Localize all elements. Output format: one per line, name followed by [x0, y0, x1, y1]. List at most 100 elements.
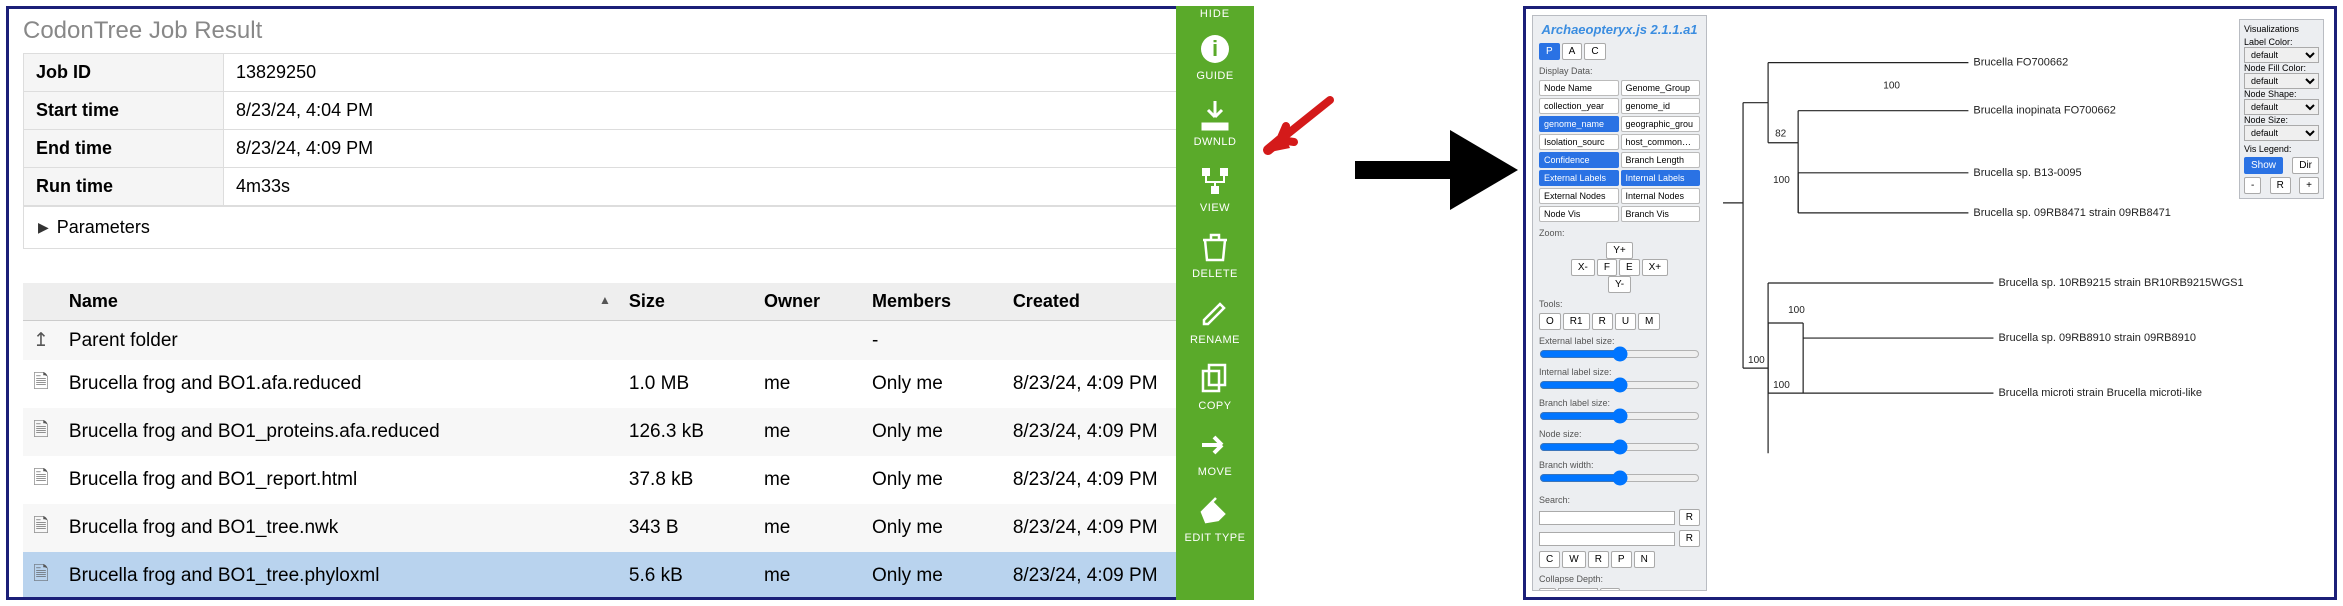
- display-toggle[interactable]: Internal Labels: [1621, 170, 1701, 186]
- display-toggle[interactable]: Branch Vis: [1621, 206, 1701, 222]
- legend-select[interactable]: default: [2244, 73, 2319, 89]
- display-toggle[interactable]: Node Vis: [1539, 206, 1619, 222]
- search-input-1[interactable]: [1539, 511, 1675, 525]
- tool-R[interactable]: R: [1592, 313, 1613, 330]
- search-r-2[interactable]: R: [1679, 530, 1700, 547]
- zoom-Y+[interactable]: Y+: [1606, 242, 1633, 259]
- table-row[interactable]: ↥ Parent folder -: [23, 321, 1237, 361]
- legend-title: Visualizations: [2244, 24, 2319, 34]
- slider-input[interactable]: [1539, 346, 1700, 362]
- slider-input[interactable]: [1539, 470, 1700, 486]
- meta-label: Job ID: [24, 54, 224, 92]
- support-value: 100: [1788, 305, 1805, 316]
- file-name: Brucella frog and BO1_tree.nwk: [59, 504, 619, 552]
- legend-show[interactable]: Show: [2244, 157, 2283, 174]
- copy-button[interactable]: COPY: [1185, 354, 1246, 420]
- collapse-minus[interactable]: -: [1539, 588, 1556, 591]
- support-value: 100: [1773, 175, 1790, 186]
- col-members[interactable]: Members: [862, 283, 1003, 321]
- meta-value: 4m33s: [224, 168, 1237, 206]
- zoom-Y-[interactable]: Y-: [1608, 276, 1631, 293]
- slider-input[interactable]: [1539, 377, 1700, 393]
- support-value: 100: [1748, 355, 1765, 366]
- legend-select[interactable]: default: [2244, 99, 2319, 115]
- file-members: Only me: [862, 360, 1003, 408]
- edittype-button[interactable]: EDIT TYPE: [1185, 486, 1246, 552]
- tool-U[interactable]: U: [1615, 313, 1636, 330]
- display-toggle[interactable]: genome_id: [1621, 98, 1701, 114]
- legend-dir[interactable]: Dir: [2292, 157, 2319, 174]
- display-toggle[interactable]: Internal Nodes: [1621, 188, 1701, 204]
- table-row[interactable]: 🗎 Brucella frog and BO1_report.html 37.8…: [23, 456, 1237, 504]
- action-sidebar: HIDE i GUIDE DWNLD VIEW DELETERENAMECOPYMOVE…: [1176, 6, 1254, 600]
- move-button[interactable]: MOVE: [1185, 420, 1246, 486]
- view-button[interactable]: VIEW: [1185, 156, 1246, 222]
- parameters-expander[interactable]: ▶ Parameters: [23, 206, 1237, 249]
- col-name[interactable]: Name▲: [59, 283, 619, 321]
- file-table: Name▲ Size Owner Members Created✕ ↥ Pare…: [23, 283, 1237, 600]
- rename-icon: [1198, 296, 1232, 330]
- dwnld-button[interactable]: DWNLD: [1185, 90, 1246, 156]
- action-label: GUIDE: [1196, 70, 1233, 82]
- table-row[interactable]: 🗎 Brucella frog and BO1_proteins.afa.red…: [23, 408, 1237, 456]
- table-row[interactable]: 🗎 Brucella frog and BO1_tree.phyloxml 5.…: [23, 552, 1237, 600]
- meta-value: 8/23/24, 4:04 PM: [224, 92, 1237, 130]
- rename-button[interactable]: RENAME: [1185, 288, 1246, 354]
- display-toggle[interactable]: collection_year: [1539, 98, 1619, 114]
- search-opt-P[interactable]: P: [1611, 551, 1632, 568]
- meta-value: 13829250: [224, 54, 1237, 92]
- search-r-1[interactable]: R: [1679, 509, 1700, 526]
- search-opt-C[interactable]: C: [1539, 551, 1560, 568]
- display-toggle[interactable]: External Labels: [1539, 170, 1619, 186]
- guide-button[interactable]: i GUIDE: [1185, 24, 1246, 90]
- legend-pos--[interactable]: -: [2244, 177, 2261, 194]
- tool-R1[interactable]: R1: [1563, 313, 1590, 330]
- file-members: Only me: [862, 456, 1003, 504]
- display-toggle[interactable]: Branch Length: [1621, 152, 1701, 168]
- viewer-title: Archaeopteryx.js 2.1.1.a1: [1539, 22, 1700, 37]
- slider-input[interactable]: [1539, 408, 1700, 424]
- hide-label[interactable]: HIDE: [1200, 8, 1230, 20]
- tree-mode-A[interactable]: A: [1562, 43, 1583, 60]
- table-row[interactable]: 🗎 Brucella frog and BO1_tree.nwk 343 B m…: [23, 504, 1237, 552]
- action-label: VIEW: [1200, 202, 1230, 214]
- legend-pos-+[interactable]: +: [2299, 177, 2319, 194]
- file-members: Only me: [862, 408, 1003, 456]
- tip-label: Brucella sp. 10RB9215 strain BR10RB9215W…: [1998, 277, 2243, 289]
- collapse-plus[interactable]: +: [1600, 588, 1620, 591]
- display-toggle[interactable]: Genome_Group: [1621, 80, 1701, 96]
- search-opt-W[interactable]: W: [1562, 551, 1585, 568]
- tree-mode-C[interactable]: C: [1584, 43, 1605, 60]
- table-row[interactable]: 🗎 Brucella frog and BO1.afa.reduced 1.0 …: [23, 360, 1237, 408]
- col-owner[interactable]: Owner: [754, 283, 862, 321]
- legend-select[interactable]: default: [2244, 125, 2319, 141]
- search-opt-R[interactable]: R: [1588, 551, 1609, 568]
- tree-mode-P[interactable]: P: [1539, 43, 1560, 60]
- display-toggle[interactable]: External Nodes: [1539, 188, 1619, 204]
- tool-M[interactable]: M: [1638, 313, 1660, 330]
- delete-button[interactable]: DELETE: [1185, 222, 1246, 288]
- legend-pos-R[interactable]: R: [2270, 177, 2291, 194]
- tool-O[interactable]: O: [1539, 313, 1561, 330]
- zoom-E[interactable]: E: [1619, 259, 1640, 276]
- zoom-X+[interactable]: X+: [1642, 259, 1669, 276]
- display-toggle[interactable]: Confidence: [1539, 152, 1619, 168]
- tip-label: Brucella FO700662: [1973, 57, 2068, 69]
- zoom-F[interactable]: F: [1597, 259, 1617, 276]
- collapse-value[interactable]: [1558, 588, 1598, 591]
- svg-text:i: i: [1212, 36, 1218, 61]
- display-toggle[interactable]: Isolation_sourc: [1539, 134, 1619, 150]
- display-toggle[interactable]: genome_name: [1539, 116, 1619, 132]
- slider-label: Node size:: [1539, 429, 1700, 439]
- col-size[interactable]: Size: [619, 283, 754, 321]
- file-icon: 🗎: [23, 360, 59, 408]
- legend-select[interactable]: default: [2244, 47, 2319, 63]
- display-toggle[interactable]: geographic_grou: [1621, 116, 1701, 132]
- display-toggle[interactable]: Node Name: [1539, 80, 1619, 96]
- search-opt-N[interactable]: N: [1634, 551, 1655, 568]
- search-input-2[interactable]: [1539, 532, 1675, 546]
- action-label: EDIT TYPE: [1185, 532, 1246, 544]
- slider-input[interactable]: [1539, 439, 1700, 455]
- zoom-X-[interactable]: X-: [1571, 259, 1595, 276]
- display-toggle[interactable]: host_common_nam: [1621, 134, 1701, 150]
